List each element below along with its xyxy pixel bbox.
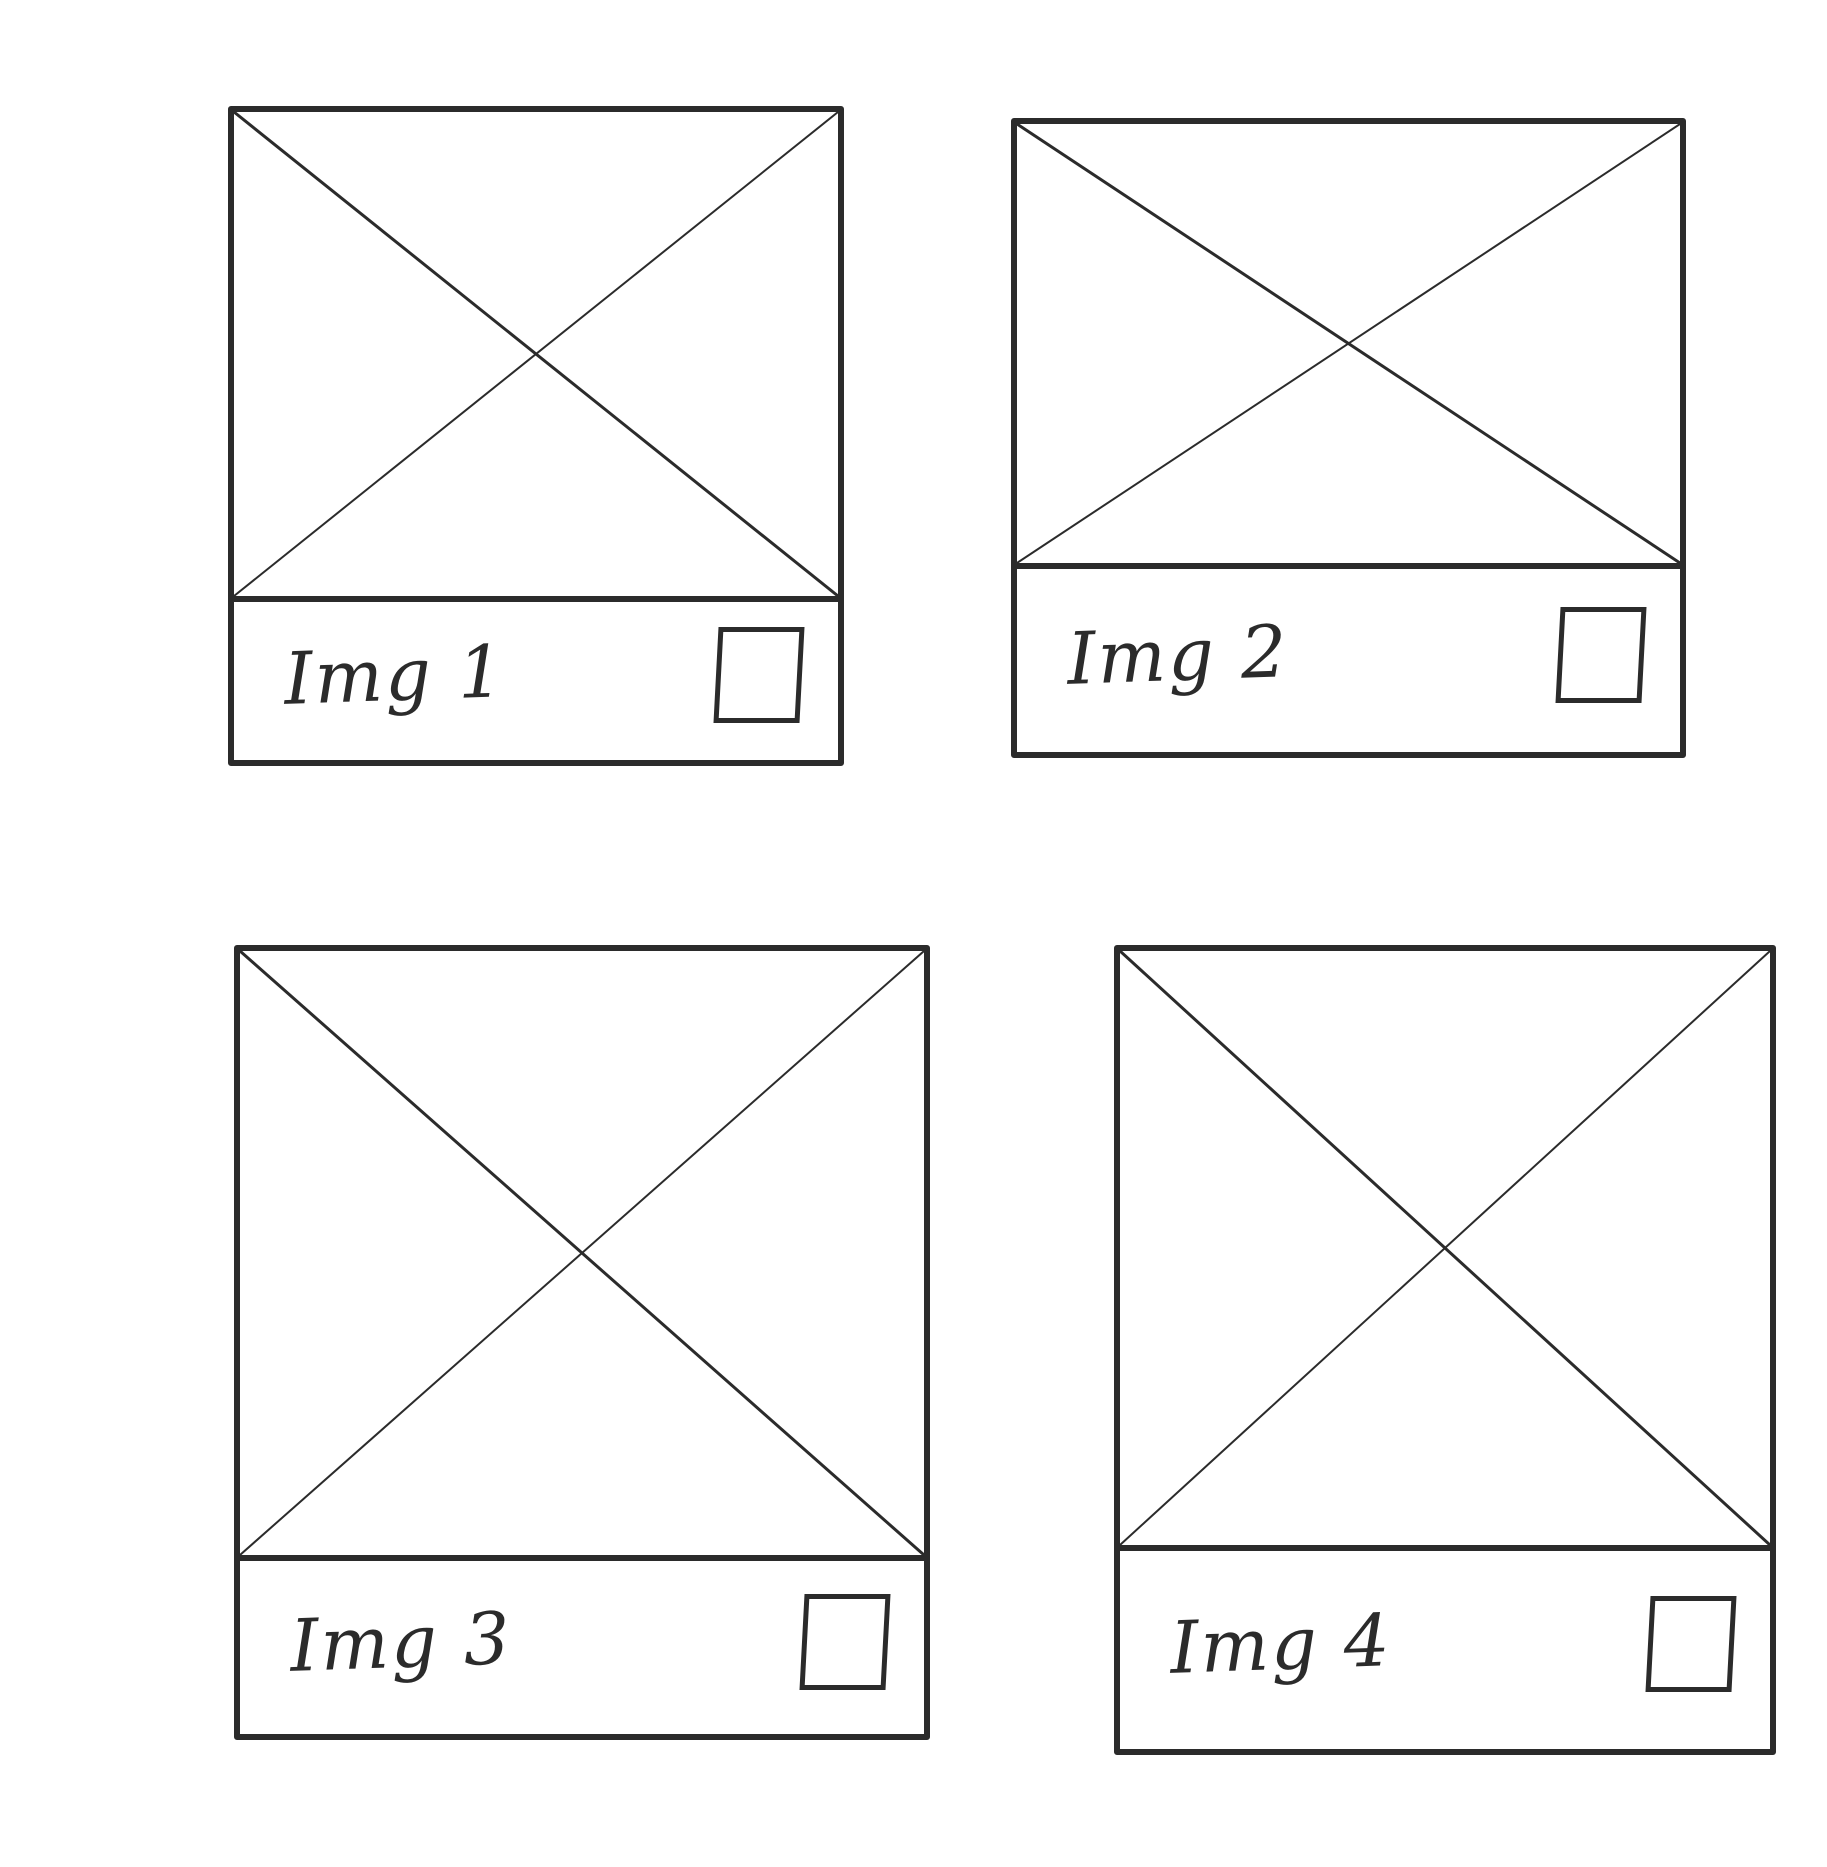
checkbox-icon[interactable]	[713, 627, 805, 723]
card-label: Img 2	[1065, 608, 1290, 701]
card-footer: Img 1	[234, 590, 838, 760]
card-footer: Img 3	[240, 1549, 924, 1734]
checkbox-icon[interactable]	[1645, 1596, 1737, 1692]
wireframe-page: Img 1 Img 2 Img 3 Img 4	[0, 0, 1827, 1867]
placeholder-cross	[234, 112, 838, 596]
card-label: Img 3	[288, 1595, 513, 1688]
placeholder-cross	[1120, 951, 1770, 1545]
image-placeholder-icon	[234, 112, 838, 602]
image-placeholder-icon	[240, 951, 924, 1561]
checkbox-icon[interactable]	[1555, 606, 1647, 703]
card-label: Img 1	[282, 629, 507, 721]
image-card-2[interactable]: Img 2	[1011, 118, 1686, 758]
image-card-3[interactable]: Img 3	[234, 945, 930, 1740]
placeholder-cross	[240, 951, 924, 1555]
checkbox-icon[interactable]	[799, 1593, 891, 1690]
image-card-1[interactable]: Img 1	[228, 106, 844, 766]
card-footer: Img 4	[1120, 1539, 1770, 1749]
image-card-4[interactable]: Img 4	[1114, 945, 1776, 1755]
placeholder-cross	[1017, 124, 1680, 563]
image-placeholder-icon	[1017, 124, 1680, 569]
card-footer: Img 2	[1017, 557, 1680, 752]
image-placeholder-icon	[1120, 951, 1770, 1551]
card-label: Img 4	[1168, 1598, 1393, 1690]
